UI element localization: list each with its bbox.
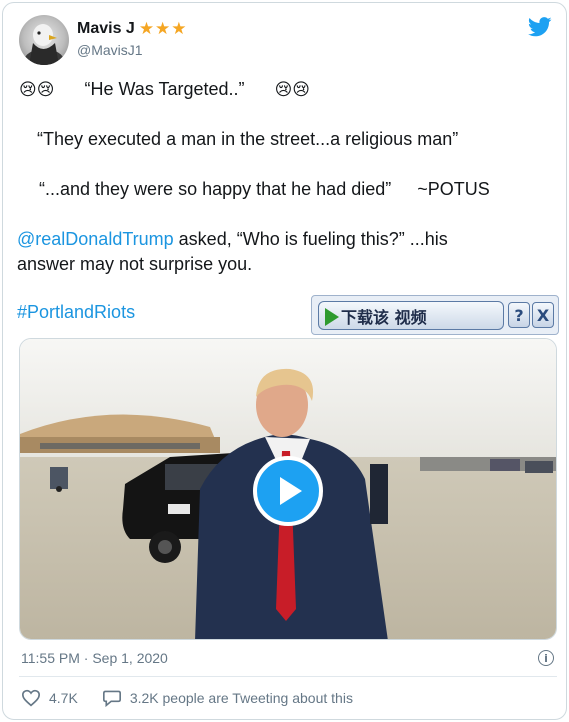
like-button[interactable]: 4.7K bbox=[21, 689, 78, 707]
twitter-bird-icon[interactable] bbox=[528, 17, 552, 37]
info-icon[interactable]: i bbox=[538, 650, 554, 666]
tweet-line-answer: answer may not surprise you. bbox=[17, 254, 253, 274]
quote-line-1: “They executed a man in the street...a r… bbox=[37, 129, 459, 149]
tweet-timestamp[interactable]: 11:55 PM · Sep 1, 2020 bbox=[21, 650, 168, 666]
crying-emoji-icon: 😢😢 bbox=[274, 80, 311, 99]
avatar[interactable] bbox=[19, 15, 69, 65]
download-video-button[interactable]: 下载该 视频 bbox=[318, 301, 504, 330]
speech-bubble-icon bbox=[102, 690, 121, 707]
tweet-card: Mavis J ★★★ @MavisJ1 😢😢 “He Was Targeted… bbox=[2, 2, 567, 720]
help-button[interactable]: ? bbox=[508, 302, 530, 328]
divider bbox=[19, 676, 557, 677]
heart-icon bbox=[21, 689, 41, 707]
download-label: 下载该 视频 bbox=[341, 307, 427, 327]
play-arrow-icon bbox=[325, 308, 339, 326]
quote-2-text: “...and they were so happy that he had d… bbox=[39, 179, 392, 199]
author-handle[interactable]: @MavisJ1 bbox=[77, 42, 143, 58]
download-toolbar: 下载该 视频 ? X bbox=[311, 295, 559, 335]
tweet-headline: 😢😢 “He Was Targeted..” 😢😢 bbox=[19, 77, 310, 102]
play-icon bbox=[280, 477, 302, 505]
crying-emoji-icon: 😢😢 bbox=[19, 80, 55, 99]
close-button[interactable]: X bbox=[532, 302, 554, 328]
tweet-actions: 4.7K 3.2K people are Tweeting about this bbox=[21, 689, 377, 707]
headline-text: “He Was Targeted..” bbox=[84, 79, 245, 99]
author-name[interactable]: Mavis J ★★★ bbox=[77, 19, 188, 39]
hashtag-link[interactable]: #PortlandRiots bbox=[17, 300, 135, 324]
like-count: 4.7K bbox=[49, 690, 78, 706]
author-name-text[interactable]: Mavis J bbox=[77, 20, 135, 38]
tweeting-about-link[interactable]: 3.2K people are Tweeting about this bbox=[102, 689, 353, 707]
stars-icon: ★★★ bbox=[138, 19, 188, 38]
play-button[interactable] bbox=[253, 456, 323, 526]
mention-link[interactable]: @realDonaldTrump bbox=[17, 229, 174, 249]
tweeting-about-text: 3.2K people are Tweeting about this bbox=[129, 690, 353, 706]
tweet-line-mention: @realDonaldTrump asked, “Who is fueling … bbox=[17, 227, 448, 251]
video-player[interactable] bbox=[19, 338, 557, 640]
attribution-text: ~POTUS bbox=[417, 179, 490, 199]
quote-line-2: “...and they were so happy that he had d… bbox=[39, 177, 490, 201]
asked-text: asked, “Who is fueling this?” ...his bbox=[173, 229, 448, 249]
